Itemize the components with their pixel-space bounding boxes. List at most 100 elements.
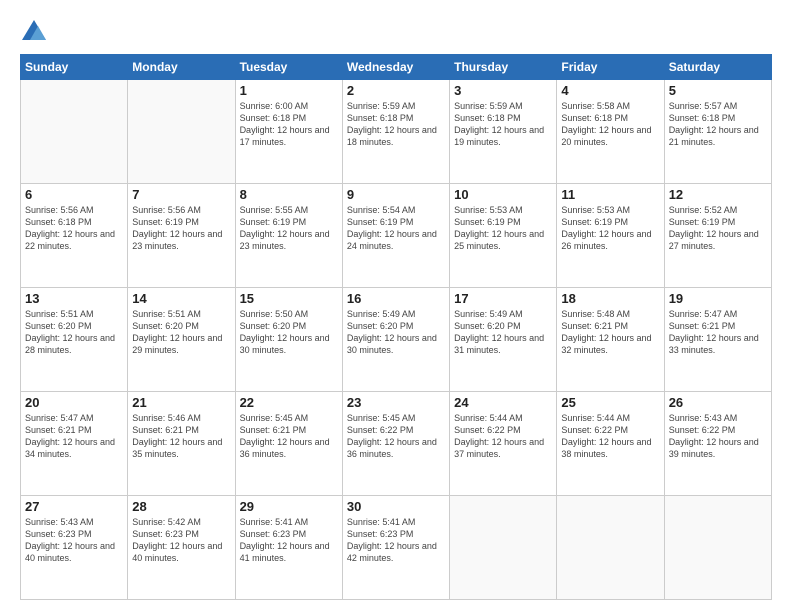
column-header-wednesday: Wednesday — [342, 55, 449, 80]
day-number: 8 — [240, 187, 338, 202]
day-number: 29 — [240, 499, 338, 514]
day-number: 3 — [454, 83, 552, 98]
day-info: Sunrise: 5:49 AM Sunset: 6:20 PM Dayligh… — [347, 308, 445, 357]
column-header-friday: Friday — [557, 55, 664, 80]
day-info: Sunrise: 5:53 AM Sunset: 6:19 PM Dayligh… — [454, 204, 552, 253]
day-number: 30 — [347, 499, 445, 514]
calendar-cell: 18Sunrise: 5:48 AM Sunset: 6:21 PM Dayli… — [557, 288, 664, 392]
day-number: 20 — [25, 395, 123, 410]
calendar-cell: 19 Sunrise: 5:47 AM Sunset: 6:21 PM Dayli… — [664, 288, 771, 392]
calendar-cell: 22 Sunrise: 5:45 AM Sunset: 6:21 PM Dayli… — [235, 392, 342, 496]
calendar-cell: 7 Sunrise: 5:56 AM Sunset: 6:19 PM Daylig… — [128, 184, 235, 288]
day-number: 19 — [669, 291, 767, 306]
day-info: Sunrise: 5:47 AM Sunset: 6:21 PM Dayligh… — [25, 412, 123, 461]
calendar-cell: 1 Sunrise: 6:00 AM Sunset: 6:18 PM Daylig… — [235, 80, 342, 184]
day-info: Sunrise: 5:57 AM Sunset: 6:18 PM Dayligh… — [669, 100, 767, 149]
day-number: 1 — [240, 83, 338, 98]
calendar-cell: 25 Sunrise: 5:44 AM Sunset: 6:22 PM Dayli… — [557, 392, 664, 496]
calendar-cell: 27 Sunrise: 5:43 AM Sunset: 6:23 PM Dayli… — [21, 496, 128, 600]
day-info: Sunrise: 5:47 AM Sunset: 6:21 PM Dayligh… — [669, 308, 767, 357]
day-info: Sunrise: 5:55 AM Sunset: 6:19 PM Dayligh… — [240, 204, 338, 253]
day-number: 24 — [454, 395, 552, 410]
day-info: Sunrise: 5:44 AM Sunset: 6:22 PM Dayligh… — [561, 412, 659, 461]
day-info: Sunrise: 5:52 AM Sunset: 6:19 PM Dayligh… — [669, 204, 767, 253]
calendar-table: SundayMondayTuesdayWednesdayThursdayFrid… — [20, 54, 772, 600]
day-info: Sunrise: 5:56 AM Sunset: 6:19 PM Dayligh… — [132, 204, 230, 253]
calendar-cell — [664, 496, 771, 600]
calendar-cell — [557, 496, 664, 600]
calendar-cell: 3 Sunrise: 5:59 AM Sunset: 6:18 PM Daylig… — [450, 80, 557, 184]
page: SundayMondayTuesdayWednesdayThursdayFrid… — [0, 0, 792, 612]
calendar-cell: 14 Sunrise: 5:51 AM Sunset: 6:20 PM Dayli… — [128, 288, 235, 392]
day-number: 6 — [25, 187, 123, 202]
calendar-week-row: 20 Sunrise: 5:47 AM Sunset: 6:21 PM Dayli… — [21, 392, 772, 496]
calendar-header-row: SundayMondayTuesdayWednesdayThursdayFrid… — [21, 55, 772, 80]
day-info: Sunrise: 5:46 AM Sunset: 6:21 PM Dayligh… — [132, 412, 230, 461]
calendar-cell: 20 Sunrise: 5:47 AM Sunset: 6:21 PM Dayli… — [21, 392, 128, 496]
calendar-cell: 15Sunrise: 5:50 AM Sunset: 6:20 PM Dayli… — [235, 288, 342, 392]
day-number: 28 — [132, 499, 230, 514]
day-info: Sunrise: 5:45 AM Sunset: 6:22 PM Dayligh… — [347, 412, 445, 461]
calendar-cell: 4Sunrise: 5:58 AM Sunset: 6:18 PM Daylig… — [557, 80, 664, 184]
day-number: 13 — [25, 291, 123, 306]
day-info: Sunrise: 5:48 AM Sunset: 6:21 PM Dayligh… — [561, 308, 659, 357]
day-number: 26 — [669, 395, 767, 410]
day-number: 10 — [454, 187, 552, 202]
day-info: Sunrise: 5:51 AM Sunset: 6:20 PM Dayligh… — [25, 308, 123, 357]
calendar-cell — [450, 496, 557, 600]
day-info: Sunrise: 6:00 AM Sunset: 6:18 PM Dayligh… — [240, 100, 338, 149]
calendar-cell: 28 Sunrise: 5:42 AM Sunset: 6:23 PM Dayli… — [128, 496, 235, 600]
logo-icon — [20, 16, 48, 44]
calendar-cell: 16 Sunrise: 5:49 AM Sunset: 6:20 PM Dayli… — [342, 288, 449, 392]
day-info: Sunrise: 5:45 AM Sunset: 6:21 PM Dayligh… — [240, 412, 338, 461]
calendar-cell: 9 Sunrise: 5:54 AM Sunset: 6:19 PM Daylig… — [342, 184, 449, 288]
day-number: 23 — [347, 395, 445, 410]
day-number: 16 — [347, 291, 445, 306]
calendar-cell — [128, 80, 235, 184]
day-info: Sunrise: 5:50 AM Sunset: 6:20 PM Dayligh… — [240, 308, 338, 357]
day-number: 12 — [669, 187, 767, 202]
day-info: Sunrise: 5:51 AM Sunset: 6:20 PM Dayligh… — [132, 308, 230, 357]
day-number: 2 — [347, 83, 445, 98]
day-info: Sunrise: 5:59 AM Sunset: 6:18 PM Dayligh… — [454, 100, 552, 149]
day-number: 4 — [561, 83, 659, 98]
day-info: Sunrise: 5:42 AM Sunset: 6:23 PM Dayligh… — [132, 516, 230, 565]
calendar-cell: 24 Sunrise: 5:44 AM Sunset: 6:22 PM Dayli… — [450, 392, 557, 496]
calendar-cell: 21 Sunrise: 5:46 AM Sunset: 6:21 PM Dayli… — [128, 392, 235, 496]
day-info: Sunrise: 5:59 AM Sunset: 6:18 PM Dayligh… — [347, 100, 445, 149]
day-number: 7 — [132, 187, 230, 202]
calendar-week-row: 27 Sunrise: 5:43 AM Sunset: 6:23 PM Dayli… — [21, 496, 772, 600]
day-info: Sunrise: 5:44 AM Sunset: 6:22 PM Dayligh… — [454, 412, 552, 461]
day-number: 5 — [669, 83, 767, 98]
column-header-thursday: Thursday — [450, 55, 557, 80]
day-info: Sunrise: 5:49 AM Sunset: 6:20 PM Dayligh… — [454, 308, 552, 357]
day-number: 25 — [561, 395, 659, 410]
calendar-cell: 17 Sunrise: 5:49 AM Sunset: 6:20 PM Dayli… — [450, 288, 557, 392]
day-info: Sunrise: 5:43 AM Sunset: 6:23 PM Dayligh… — [25, 516, 123, 565]
calendar-cell: 8 Sunrise: 5:55 AM Sunset: 6:19 PM Daylig… — [235, 184, 342, 288]
calendar-cell: 23 Sunrise: 5:45 AM Sunset: 6:22 PM Dayli… — [342, 392, 449, 496]
day-info: Sunrise: 5:43 AM Sunset: 6:22 PM Dayligh… — [669, 412, 767, 461]
day-number: 22 — [240, 395, 338, 410]
calendar-week-row: 1 Sunrise: 6:00 AM Sunset: 6:18 PM Daylig… — [21, 80, 772, 184]
column-header-sunday: Sunday — [21, 55, 128, 80]
day-info: Sunrise: 5:54 AM Sunset: 6:19 PM Dayligh… — [347, 204, 445, 253]
calendar-cell: 5 Sunrise: 5:57 AM Sunset: 6:18 PM Daylig… — [664, 80, 771, 184]
day-info: Sunrise: 5:53 AM Sunset: 6:19 PM Dayligh… — [561, 204, 659, 253]
day-info: Sunrise: 5:56 AM Sunset: 6:18 PM Dayligh… — [25, 204, 123, 253]
day-number: 17 — [454, 291, 552, 306]
day-number: 14 — [132, 291, 230, 306]
calendar-cell: 2 Sunrise: 5:59 AM Sunset: 6:18 PM Daylig… — [342, 80, 449, 184]
day-info: Sunrise: 5:41 AM Sunset: 6:23 PM Dayligh… — [347, 516, 445, 565]
calendar-cell: 12 Sunrise: 5:52 AM Sunset: 6:19 PM Dayli… — [664, 184, 771, 288]
day-number: 21 — [132, 395, 230, 410]
day-number: 27 — [25, 499, 123, 514]
calendar-cell: 30 Sunrise: 5:41 AM Sunset: 6:23 PM Dayli… — [342, 496, 449, 600]
calendar-week-row: 13 Sunrise: 5:51 AM Sunset: 6:20 PM Dayli… — [21, 288, 772, 392]
calendar-week-row: 6 Sunrise: 5:56 AM Sunset: 6:18 PM Daylig… — [21, 184, 772, 288]
calendar-cell: 11Sunrise: 5:53 AM Sunset: 6:19 PM Dayli… — [557, 184, 664, 288]
calendar-cell: 13 Sunrise: 5:51 AM Sunset: 6:20 PM Dayli… — [21, 288, 128, 392]
day-info: Sunrise: 5:41 AM Sunset: 6:23 PM Dayligh… — [240, 516, 338, 565]
column-header-tuesday: Tuesday — [235, 55, 342, 80]
day-number: 9 — [347, 187, 445, 202]
